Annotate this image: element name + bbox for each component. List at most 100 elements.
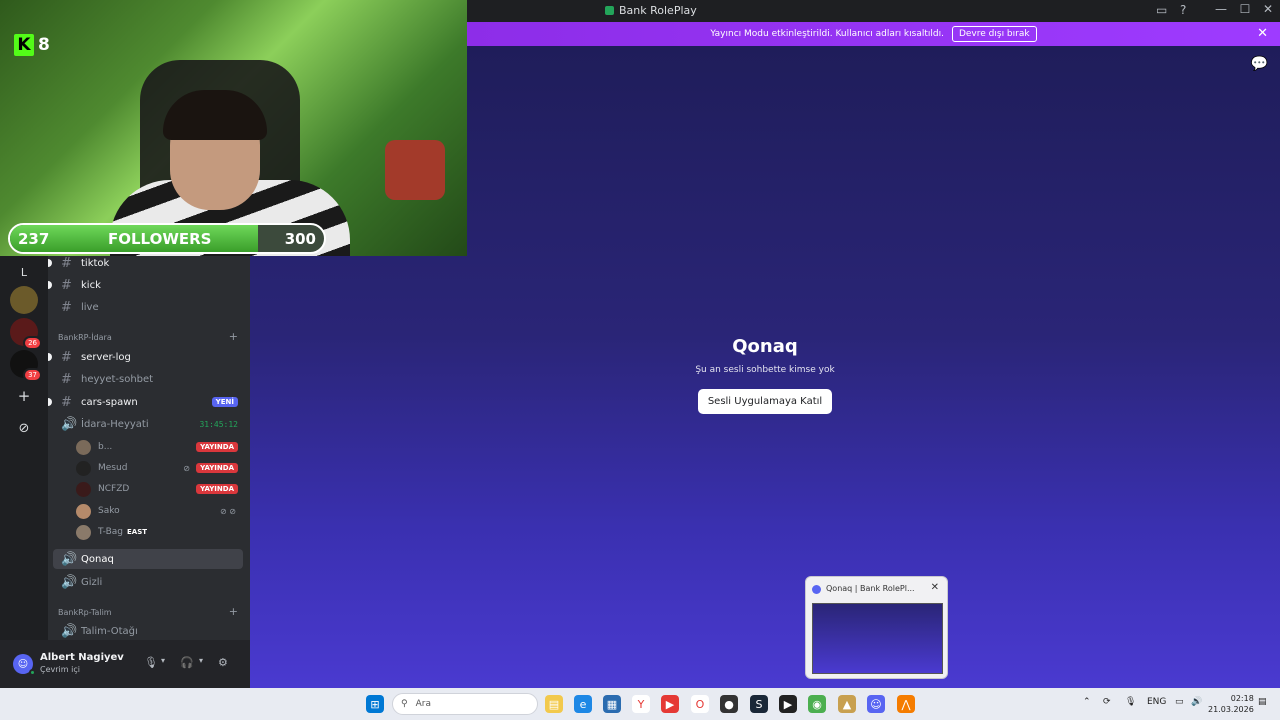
speaker-icon: 🔊 <box>61 551 78 567</box>
channel-label: server-log <box>81 351 131 363</box>
close-window-button[interactable]: ✕ <box>1258 2 1278 16</box>
east-tag: EAST <box>127 528 148 536</box>
kick-count: 8 <box>38 35 50 55</box>
speaker-icon: 🔊 <box>61 623 78 639</box>
hash-icon: # <box>61 349 72 365</box>
server-icon-1[interactable] <box>10 286 38 314</box>
hash-icon: # <box>61 277 72 293</box>
server-letter-l[interactable]: L <box>10 258 38 286</box>
channel-label: İdara-Heyyati <box>81 418 149 430</box>
taskbar-thumbnail-preview[interactable]: Qonaq | Bank RolePl... ✕ <box>805 576 948 679</box>
opera-icon[interactable]: O <box>691 695 709 713</box>
help-icon[interactable]: ? <box>1180 3 1186 17</box>
followers-current: 237 <box>18 230 50 248</box>
yandex-icon[interactable]: Y <box>632 695 650 713</box>
channel-kick[interactable]: # kick <box>48 275 243 295</box>
hash-icon: # <box>61 256 72 271</box>
chevron-down-icon[interactable]: ▾ <box>161 656 165 665</box>
webcam-overlay: K 8 237 FOLLOWERS 300 <box>0 0 467 256</box>
game-icon[interactable]: ▲ <box>838 695 856 713</box>
voice-channel-qonaq[interactable]: 🔊 Qonaq <box>53 549 243 569</box>
banner-text: Yayıncı Modu etkinleştirildi. Kullanıcı … <box>710 29 944 39</box>
voice-channel-talim-otagi[interactable]: 🔊 Talim-Otağı <box>53 621 243 640</box>
user-status: Çevrim içi <box>40 665 80 674</box>
thumbnail-close-icon[interactable]: ✕ <box>931 582 939 593</box>
followers-goal-bar: 237 FOLLOWERS 300 <box>8 223 326 254</box>
chevron-down-icon[interactable]: ▾ <box>199 656 203 665</box>
tray-mic-icon[interactable]: 🎙 <box>1125 697 1136 707</box>
streamer-mode-banner: Yayıncı Modu etkinleştirildi. Kullanıcı … <box>467 22 1280 46</box>
avatar <box>76 481 91 497</box>
category-idara[interactable]: BankRP-İdara <box>58 333 112 342</box>
channel-label: Talim-Otağı <box>81 625 138 637</box>
voice-user[interactable]: Sako ⊘ ⊘ <box>76 502 238 520</box>
voice-empty-state: Qonaq Şu an sesli sohbette kimse yok Ses… <box>250 336 1280 414</box>
unread-indicator <box>48 281 52 289</box>
join-voice-button[interactable]: Sesli Uygulamaya Katıl <box>697 389 833 414</box>
discord-taskbar-icon[interactable]: ☺ <box>867 695 885 713</box>
channel-label: Qonaq <box>81 553 114 565</box>
app-icon-dark[interactable]: ● <box>720 695 738 713</box>
channel-server-log[interactable]: # server-log <box>48 347 243 367</box>
banner-close-icon[interactable]: ✕ <box>1257 26 1268 41</box>
live-badge: YAYINDA <box>196 463 238 473</box>
chrome-icon[interactable]: ◉ <box>808 695 826 713</box>
start-icon[interactable]: ⊞ <box>366 695 384 713</box>
volume-icon[interactable]: 🔊 <box>1191 697 1202 707</box>
add-channel-icon[interactable]: + <box>229 605 238 618</box>
muted-icon: ⊘ <box>183 463 190 473</box>
channel-list: # tiktok # kick # live BankRP-İdara + # … <box>48 256 250 640</box>
voice-user[interactable]: T-Bag EAST <box>76 523 238 541</box>
taskbar-search[interactable]: ⚲ Ara <box>392 693 538 715</box>
add-channel-icon[interactable]: + <box>229 330 238 343</box>
user-name[interactable]: Albert Nagiyev <box>40 652 124 663</box>
tray-chevron-up-icon[interactable]: ⌃ <box>1083 697 1091 707</box>
kick-logo-icon: K <box>14 34 34 56</box>
language-indicator[interactable]: ENG <box>1147 697 1166 707</box>
file-explorer-icon[interactable]: ▤ <box>545 695 563 713</box>
youtube-icon[interactable]: ▶ <box>661 695 679 713</box>
chat-bubble-icon[interactable]: 💬 <box>1251 56 1268 72</box>
windows-taskbar: ⊞ ⚲ Ara ▤ e ▦ Y ▶ O ● S ▶ ◉ ▲ ☺ ⋀ ⌃ ⟳ 🎙 … <box>0 688 1280 720</box>
channel-label: heyyet-sohbet <box>81 373 154 385</box>
channel-label: kick <box>81 279 101 291</box>
store-icon[interactable]: ▦ <box>603 695 621 713</box>
voice-user[interactable]: Mesud ⊘ YAYINDA <box>76 459 238 477</box>
voice-channel-idara-heyyati[interactable]: 🔊 İdara-Heyyati 31:45:12 <box>53 414 243 434</box>
voice-user[interactable]: NCFZD YAYINDA <box>76 480 238 498</box>
channel-label: live <box>81 301 99 313</box>
category-talim[interactable]: BankRp-Talim <box>58 608 112 617</box>
add-server-icon[interactable]: + <box>10 382 38 410</box>
live-badge: YAYINDA <box>196 442 238 452</box>
clock-time: 02:18 <box>1230 694 1254 703</box>
headphones-icon[interactable]: 🎧 <box>180 656 194 669</box>
tray-sync-icon[interactable]: ⟳ <box>1103 697 1111 707</box>
muted-deafened-icon: ⊘ ⊘ <box>220 506 236 516</box>
clock-date: 21.03.2026 <box>1208 705 1254 714</box>
channel-live[interactable]: # live <box>53 297 243 317</box>
channel-heyyet-sohbet[interactable]: # heyyet-sohbet <box>53 369 243 389</box>
inbox-icon[interactable]: ▭ <box>1156 3 1167 17</box>
maximize-button[interactable]: ☐ <box>1235 2 1255 16</box>
thumbnail-title: Qonaq | Bank RolePl... <box>826 584 915 593</box>
unread-indicator <box>48 259 52 267</box>
app-icon-orange[interactable]: ⋀ <box>897 695 915 713</box>
steam-icon[interactable]: S <box>750 695 768 713</box>
settings-gear-icon[interactable]: ⚙ <box>218 656 228 669</box>
channel-cars-spawn[interactable]: # cars-spawn YENİ <box>48 392 243 412</box>
minimize-button[interactable]: — <box>1211 2 1231 16</box>
voice-channel-gizli[interactable]: 🔊 Gizli <box>53 572 243 592</box>
channel-tiktok[interactable]: # tiktok <box>48 256 243 273</box>
disable-streamer-mode-button[interactable]: Devre dışı bırak <box>951 26 1037 42</box>
network-icon[interactable]: ▭ <box>1175 697 1184 707</box>
microphone-icon[interactable]: 🎙 <box>144 656 158 669</box>
notification-icon[interactable]: ▤ <box>1258 697 1267 707</box>
discover-icon[interactable]: ⊘ <box>10 414 38 442</box>
edge-icon[interactable]: e <box>574 695 592 713</box>
app-logo-icon <box>605 6 614 15</box>
server-icon-2[interactable]: 26 <box>10 318 42 350</box>
server-icon-3[interactable]: 37 <box>10 350 42 382</box>
voice-user[interactable]: b... YAYINDA <box>76 438 238 456</box>
media-player-icon[interactable]: ▶ <box>779 695 797 713</box>
taskbar-clock[interactable]: 02:18 21.03.2026 <box>1208 693 1254 715</box>
